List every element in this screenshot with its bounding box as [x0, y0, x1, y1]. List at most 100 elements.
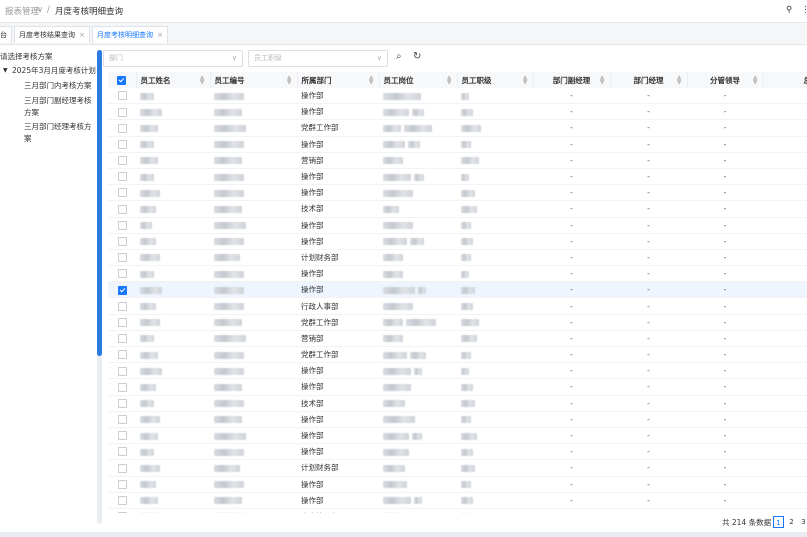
table-row[interactable]: 计划财务部 - - -: [108, 249, 807, 267]
table-row[interactable]: 操作部 - - -: [108, 233, 807, 250]
row-select-cell[interactable]: [108, 411, 136, 428]
close-icon[interactable]: ×: [79, 27, 85, 44]
col-manager[interactable]: 部门经理 ▲ ▼: [610, 72, 688, 88]
row-select-cell[interactable]: [108, 200, 136, 218]
table-row[interactable]: 营销部 - - -: [108, 152, 807, 169]
row-select-cell[interactable]: [108, 378, 136, 396]
row-checkbox[interactable]: [117, 366, 127, 376]
row-select-cell[interactable]: [108, 168, 136, 186]
row-select-cell[interactable]: [108, 314, 136, 331]
row-checkbox[interactable]: [117, 269, 127, 279]
row-select-cell[interactable]: [108, 330, 136, 348]
table-row[interactable]: 操作部 - - -: [108, 136, 807, 153]
row-select-cell[interactable]: [108, 476, 136, 493]
col-name[interactable]: 员工姓名 ▲ ▼: [136, 72, 211, 88]
breadcrumb-parent[interactable]: 报表管理: [5, 5, 39, 17]
table-row[interactable]: 操作部 - - -: [108, 492, 807, 509]
row-checkbox[interactable]: [117, 447, 127, 457]
search-icon[interactable]: ⌕: [396, 51, 402, 62]
row-checkbox[interactable]: [117, 350, 127, 360]
row-select-cell[interactable]: [108, 281, 136, 299]
row-checkbox[interactable]: [117, 220, 127, 230]
tab-monthly-detail[interactable]: 月度考核明细查询 ×: [92, 26, 168, 43]
row-checkbox[interactable]: [117, 479, 127, 489]
table-row[interactable]: 党群工作部 - - -: [108, 314, 807, 331]
row-select-cell[interactable]: [108, 508, 136, 513]
table-row[interactable]: 操作部 - - -: [108, 476, 807, 493]
row-checkbox[interactable]: [117, 253, 127, 263]
close-icon[interactable]: ×: [157, 27, 163, 44]
table-row[interactable]: 党群工作部 - - -: [108, 119, 807, 137]
table-row[interactable]: 技术部 - - -: [108, 395, 807, 412]
chevron-down-icon[interactable]: ∨: [37, 5, 43, 15]
row-select-cell[interactable]: [108, 443, 136, 461]
row-checkbox[interactable]: [117, 301, 127, 311]
department-select[interactable]: 部门 ∨: [103, 50, 243, 67]
sort-icon[interactable]: ▲ ▼: [677, 75, 682, 86]
row-checkbox[interactable]: [117, 91, 127, 101]
tree-node[interactable]: 三月部门内考核方案: [24, 80, 92, 92]
col-department[interactable]: 所属部门 ▲ ▼: [297, 72, 380, 88]
row-checkbox[interactable]: [117, 188, 127, 198]
checkbox-icon[interactable]: [117, 75, 127, 85]
row-checkbox[interactable]: [117, 398, 127, 408]
sort-icon[interactable]: ▲ ▼: [523, 75, 528, 86]
row-checkbox[interactable]: [117, 107, 127, 117]
row-checkbox[interactable]: [117, 204, 127, 214]
row-select-cell[interactable]: [108, 265, 136, 283]
sort-icon[interactable]: ▲ ▼: [753, 75, 758, 86]
row-checkbox[interactable]: [117, 382, 127, 392]
tree-node[interactable]: 三月部门经理考核方案: [24, 121, 94, 145]
table-row[interactable]: 操作部 - - -: [108, 443, 807, 461]
table-row[interactable]: 操作部 - - -: [108, 281, 807, 299]
sort-icon[interactable]: ▲ ▼: [287, 75, 292, 86]
row-select-cell[interactable]: [108, 184, 136, 202]
col-position[interactable]: 员工岗位 ▲ ▼: [379, 72, 458, 88]
row-select-cell[interactable]: [108, 492, 136, 509]
sort-icon[interactable]: ▲ ▼: [447, 75, 452, 86]
tab-monthly-result[interactable]: 月度考核结果查询 ×: [14, 26, 90, 43]
table-row[interactable]: 操作部 - - -: [108, 378, 807, 396]
row-checkbox[interactable]: [117, 431, 127, 441]
table-row[interactable]: 操作部 - - -: [108, 168, 807, 186]
table-row[interactable]: 操作部 - - -: [108, 411, 807, 428]
row-checkbox[interactable]: [117, 237, 127, 247]
tree-root[interactable]: 2025年3月月度考核计划: [12, 65, 96, 77]
tab-home[interactable]: 台: [0, 26, 12, 43]
col-grade[interactable]: 员工职级 ▲ ▼: [457, 72, 534, 88]
row-select-cell[interactable]: [108, 136, 136, 153]
page-3[interactable]: 3: [798, 516, 807, 528]
table-row[interactable]: 技术部 - - -: [108, 200, 807, 218]
panel-scrollbar[interactable]: [97, 50, 102, 524]
table-row[interactable]: 操作部 - - -: [108, 217, 807, 234]
page-1[interactable]: 1: [773, 516, 784, 528]
row-select-cell[interactable]: [108, 119, 136, 137]
row-checkbox[interactable]: [117, 334, 127, 344]
sort-icon[interactable]: ▲ ▼: [369, 75, 374, 86]
col-deputy-manager[interactable]: 部门副经理 ▲ ▼: [533, 72, 611, 88]
col-leader[interactable]: 分管领导 ▲ ▼: [687, 72, 764, 88]
row-select-cell[interactable]: [108, 103, 136, 121]
refresh-icon[interactable]: ↻: [413, 51, 421, 62]
page-2[interactable]: 2: [786, 516, 797, 528]
row-checkbox[interactable]: [117, 415, 127, 425]
row-checkbox[interactable]: [117, 463, 127, 473]
row-select-cell[interactable]: [108, 362, 136, 380]
row-select-cell[interactable]: [108, 152, 136, 169]
table-row[interactable]: 操作部 - - -: [108, 103, 807, 121]
grade-select[interactable]: 员工职级 ∨: [248, 50, 388, 67]
row-select-cell[interactable]: [108, 88, 136, 105]
row-checkbox[interactable]: [117, 123, 127, 133]
caret-down-icon[interactable]: ▼: [3, 65, 8, 77]
table-row[interactable]: 操作部 - - -: [108, 362, 807, 380]
table-row[interactable]: 党群工作部 - - -: [108, 346, 807, 364]
row-select-cell[interactable]: [108, 395, 136, 412]
tree-node[interactable]: 三月部门副经理考核方案: [24, 95, 94, 119]
row-select-cell[interactable]: [108, 459, 136, 477]
col-general-manager[interactable]: 总经: [763, 72, 807, 88]
row-select-cell[interactable]: [108, 233, 136, 250]
sort-icon[interactable]: ▲ ▼: [200, 75, 205, 86]
row-checkbox[interactable]: [117, 512, 127, 513]
table-row[interactable]: 行政人事部 - - -: [108, 297, 807, 315]
table-row[interactable]: 操作部 - - -: [108, 88, 807, 105]
